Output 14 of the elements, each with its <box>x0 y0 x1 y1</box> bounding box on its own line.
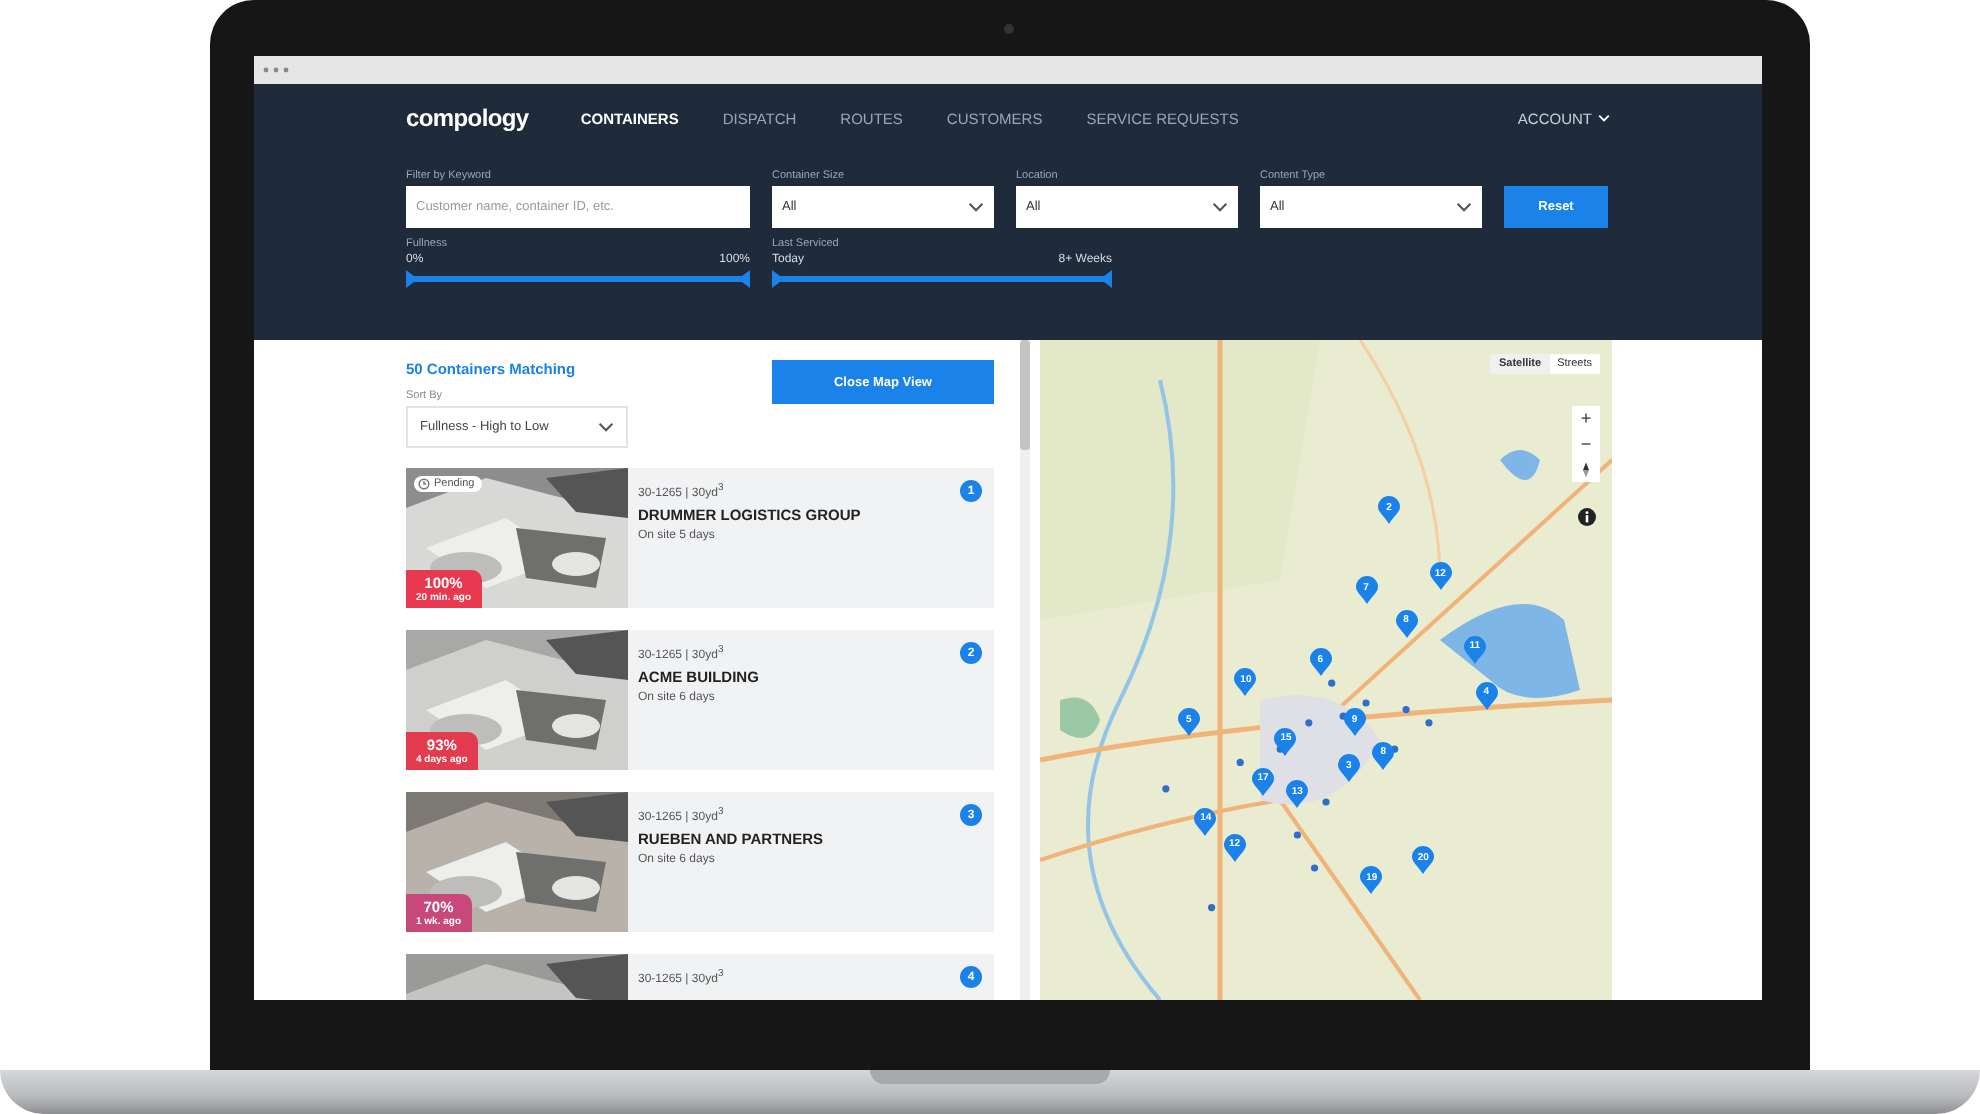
chevron-down-icon <box>598 422 614 432</box>
chevron-down-icon <box>1598 114 1610 122</box>
window-controls-icon[interactable] <box>262 66 294 74</box>
camera-icon <box>1004 24 1014 34</box>
chevron-down-icon <box>1456 202 1472 212</box>
logo[interactable]: compology <box>406 104 529 132</box>
compass-icon[interactable] <box>1580 462 1592 478</box>
chevron-down-icon <box>1212 202 1228 212</box>
clock-icon <box>418 478 430 490</box>
range-slider[interactable] <box>772 270 1112 288</box>
scrollbar[interactable] <box>1020 340 1030 1000</box>
range-slider[interactable] <box>406 270 750 288</box>
info-icon[interactable] <box>1578 508 1596 526</box>
chevron-down-icon <box>968 202 984 212</box>
